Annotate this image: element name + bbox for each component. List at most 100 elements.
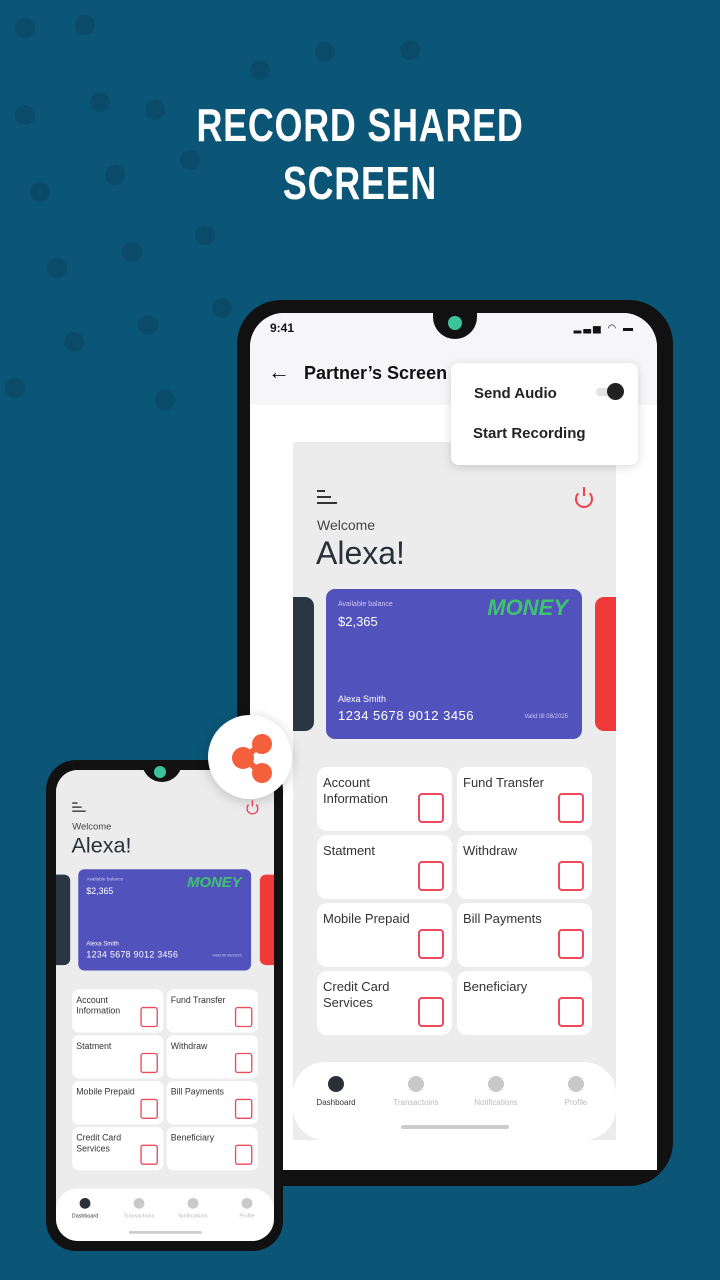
small-phone-screen: Welcome Alexa! Available balance $2,365 MONE… — [56, 770, 274, 1241]
tile-statment[interactable]: Statment — [72, 1035, 164, 1079]
tile-withdraw[interactable]: Withdraw — [166, 1035, 258, 1079]
tile-label: Mobile Prepaid — [323, 911, 410, 926]
mobile-phone-icon — [140, 1098, 158, 1119]
tile-label: Bill Payments — [463, 911, 542, 926]
receipt-icon — [558, 929, 584, 959]
background-dot — [250, 60, 270, 80]
send-audio-toggle[interactable] — [596, 383, 624, 400]
card-validity: Valid till 08/2025 — [524, 714, 568, 720]
card-validity: Valid till 08/2025 — [212, 953, 242, 958]
tile-withdraw[interactable]: Withdraw — [457, 835, 592, 899]
contact-book-icon — [558, 997, 584, 1027]
tile-statment[interactable]: Statment — [317, 835, 452, 899]
available-balance-label: Available balance — [338, 601, 393, 608]
background-dot — [212, 298, 232, 318]
nav-transactoins[interactable]: Transactoins — [381, 1076, 451, 1107]
tile-bill-payments[interactable]: Bill Payments — [457, 903, 592, 967]
document-stack-icon — [418, 861, 444, 891]
nav-dashboard[interactable]: Dashboard — [61, 1197, 108, 1219]
card-previous[interactable] — [56, 874, 71, 966]
back-arrow-icon[interactable]: ← — [268, 359, 290, 385]
user-name: Alexa! — [71, 832, 132, 858]
card-previous[interactable] — [293, 597, 314, 731]
tile-bill-payments[interactable]: Bill Payments — [166, 1081, 258, 1125]
options-popup: Send Audio Start Recording — [451, 363, 638, 465]
mobile-phone-icon — [418, 929, 444, 959]
tile-fund-transfer[interactable]: Fund Transfer — [166, 989, 258, 1033]
card-next[interactable] — [259, 874, 274, 966]
atm-icon — [234, 1052, 253, 1074]
nav-label: Transactoins — [393, 1098, 439, 1107]
share-button[interactable] — [208, 715, 292, 799]
menu-icon[interactable] — [72, 802, 86, 814]
power-icon[interactable] — [575, 487, 593, 508]
contact-book-icon — [234, 1144, 253, 1165]
background-dot — [64, 332, 84, 352]
transactions-icon — [408, 1076, 424, 1092]
bank-card[interactable]: Available balance $2,365 MONEY Alexa Smith 1… — [326, 589, 582, 739]
nav-notifications[interactable]: Notifications — [461, 1076, 531, 1107]
background-dot — [30, 182, 50, 202]
background-dot — [15, 18, 35, 38]
large-phone: 9:41 ▂▃▅ ◠ ▬ ← Partner’s Screen Welcome A… — [237, 300, 673, 1186]
bell-icon — [488, 1076, 504, 1092]
background-dot — [195, 225, 215, 245]
headline-line-1: RECORD SHARED — [196, 99, 524, 151]
tile-credit-card-services[interactable]: Credit Card Services — [317, 971, 452, 1035]
tile-label: Beneficiary — [463, 979, 528, 994]
nav-transactoins[interactable]: Transactoins — [115, 1197, 162, 1219]
tile-account-information[interactable]: Account Information — [317, 767, 452, 831]
bank-card[interactable]: Available balance $2,365 MONEY Alexa Smith 1… — [78, 869, 252, 971]
tile-label: Beneficiary — [170, 1132, 215, 1143]
nav-profile[interactable]: Profile — [223, 1197, 270, 1219]
background-dot — [400, 40, 420, 60]
currency-exchange-icon — [234, 1006, 253, 1028]
tile-label: Withdraw — [170, 1040, 208, 1051]
card-holder: Alexa Smith — [338, 694, 387, 704]
card-holder: Alexa Smith — [86, 940, 119, 947]
credit-card-icon — [418, 997, 444, 1027]
small-phone: Welcome Alexa! Available balance $2,365 MONE… — [46, 760, 283, 1251]
share-icon — [232, 734, 272, 783]
tile-beneficiary[interactable]: Beneficiary — [166, 1127, 258, 1171]
tile-label: Account Information — [76, 994, 121, 1016]
nav-label: Profile — [239, 1212, 255, 1219]
tile-beneficiary[interactable]: Beneficiary — [457, 971, 592, 1035]
nav-dashboard[interactable]: Dashboard — [301, 1076, 371, 1107]
tile-label: Withdraw — [463, 843, 518, 858]
background-dot — [138, 315, 158, 335]
tile-label: Statment — [323, 843, 376, 858]
tile-account-information[interactable]: Account Information — [72, 989, 164, 1033]
tile-mobile-prepaid[interactable]: Mobile Prepaid — [317, 903, 452, 967]
tile-label: Statment — [76, 1040, 112, 1051]
status-time: 9:41 — [270, 321, 295, 335]
background-dot — [155, 390, 175, 410]
person-icon — [568, 1076, 584, 1092]
page-title: Partner’s Screen — [304, 363, 448, 383]
home-indicator — [401, 1125, 509, 1129]
card-next[interactable] — [595, 597, 616, 731]
background-dot — [5, 378, 25, 398]
tile-label: Mobile Prepaid — [76, 1086, 135, 1097]
power-icon[interactable] — [246, 800, 259, 815]
tile-label: Fund Transfer — [463, 775, 544, 790]
person-icon — [241, 1197, 253, 1209]
start-recording-item[interactable]: Start Recording — [473, 425, 586, 442]
card-brand: MONEY — [487, 595, 568, 620]
menu-icon[interactable] — [317, 490, 337, 508]
shared-screen-view: Welcome Alexa! Available balance $2,365 MONE… — [293, 442, 616, 1140]
background-dot — [15, 105, 35, 125]
compass-icon — [328, 1076, 344, 1092]
document-stack-icon — [140, 1052, 158, 1074]
nav-notifications[interactable]: Notifications — [169, 1197, 216, 1219]
tile-credit-card-services[interactable]: Credit Card Services — [72, 1127, 164, 1171]
tile-label: Bill Payments — [170, 1086, 224, 1097]
background-dot — [122, 242, 142, 262]
nav-profile[interactable]: Profile — [541, 1076, 611, 1107]
tile-mobile-prepaid[interactable]: Mobile Prepaid — [72, 1081, 164, 1125]
atm-icon — [558, 861, 584, 891]
tile-fund-transfer[interactable]: Fund Transfer — [457, 767, 592, 831]
home-indicator — [128, 1231, 202, 1234]
balance: $2,365 — [86, 886, 114, 897]
user-name: Alexa! — [316, 535, 405, 571]
